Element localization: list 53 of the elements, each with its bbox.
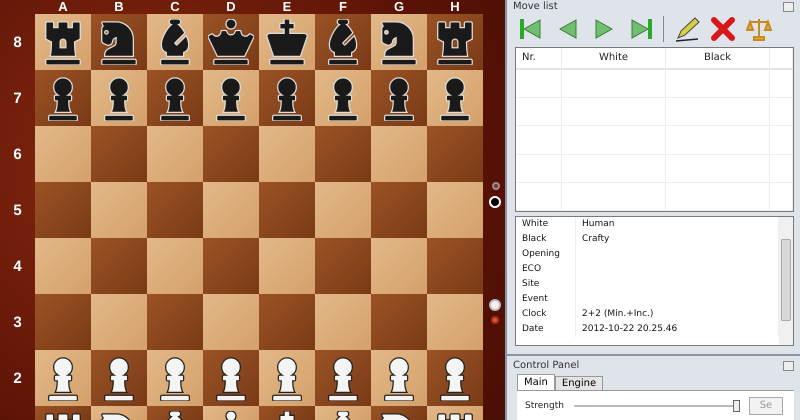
info-label: Clock <box>516 307 576 322</box>
board-square[interactable] <box>203 406 259 420</box>
info-label: Opening <box>516 247 576 262</box>
info-label: Site <box>516 277 576 292</box>
delete-button[interactable] <box>710 16 736 42</box>
close-button[interactable] <box>783 2 794 12</box>
board-square[interactable] <box>259 406 315 420</box>
rank-label: 4 <box>13 258 22 274</box>
info-label: Date <box>516 322 576 337</box>
board-square[interactable] <box>91 406 147 420</box>
info-label: Black <box>516 232 576 247</box>
panel-title: Control Panel <box>513 360 580 371</box>
tab[interactable]: Engine <box>554 376 604 390</box>
file-label: G <box>392 0 406 14</box>
dot-icon <box>492 182 500 190</box>
info-label: ECO <box>516 262 576 277</box>
board-square[interactable] <box>35 406 91 420</box>
pencil-icon <box>674 16 700 42</box>
file-label: H <box>449 0 461 14</box>
file-label: E <box>282 0 292 14</box>
file-label: C <box>169 0 181 14</box>
slider-label: Strength <box>525 400 564 410</box>
panel-title: Move list <box>513 0 558 13</box>
rank-label: 8 <box>13 34 22 50</box>
board-square[interactable] <box>427 406 483 420</box>
file-label: D <box>225 0 237 14</box>
board-square[interactable] <box>371 406 427 420</box>
turn-indicator-icon <box>489 299 501 311</box>
tab[interactable]: Main <box>517 374 555 390</box>
file-label: A <box>57 0 69 14</box>
rank-label: 2 <box>13 370 22 386</box>
edit-button[interactable] <box>674 16 700 42</box>
rank-label: 3 <box>13 314 22 330</box>
info-label: Event <box>516 292 576 307</box>
column-header: White <box>562 48 666 68</box>
rank-label: 6 <box>13 146 22 162</box>
strength-slider[interactable] <box>574 400 739 412</box>
rank-label: 5 <box>13 202 22 218</box>
close-icon <box>711 17 735 41</box>
board-square[interactable] <box>315 406 371 420</box>
info-label: White <box>516 217 576 232</box>
board-square[interactable] <box>147 406 203 420</box>
dot-icon <box>491 316 499 324</box>
scrollbar[interactable] <box>779 217 793 345</box>
column-header: Black <box>666 48 770 68</box>
rank-label: 7 <box>13 90 22 106</box>
slider-thumb[interactable] <box>732 400 740 412</box>
scales-icon <box>746 17 772 41</box>
file-label: B <box>113 0 125 14</box>
file-label: F <box>338 0 348 14</box>
turn-indicator-icon <box>489 196 501 208</box>
column-header: Nr. <box>516 48 562 68</box>
close-button[interactable] <box>783 360 794 370</box>
